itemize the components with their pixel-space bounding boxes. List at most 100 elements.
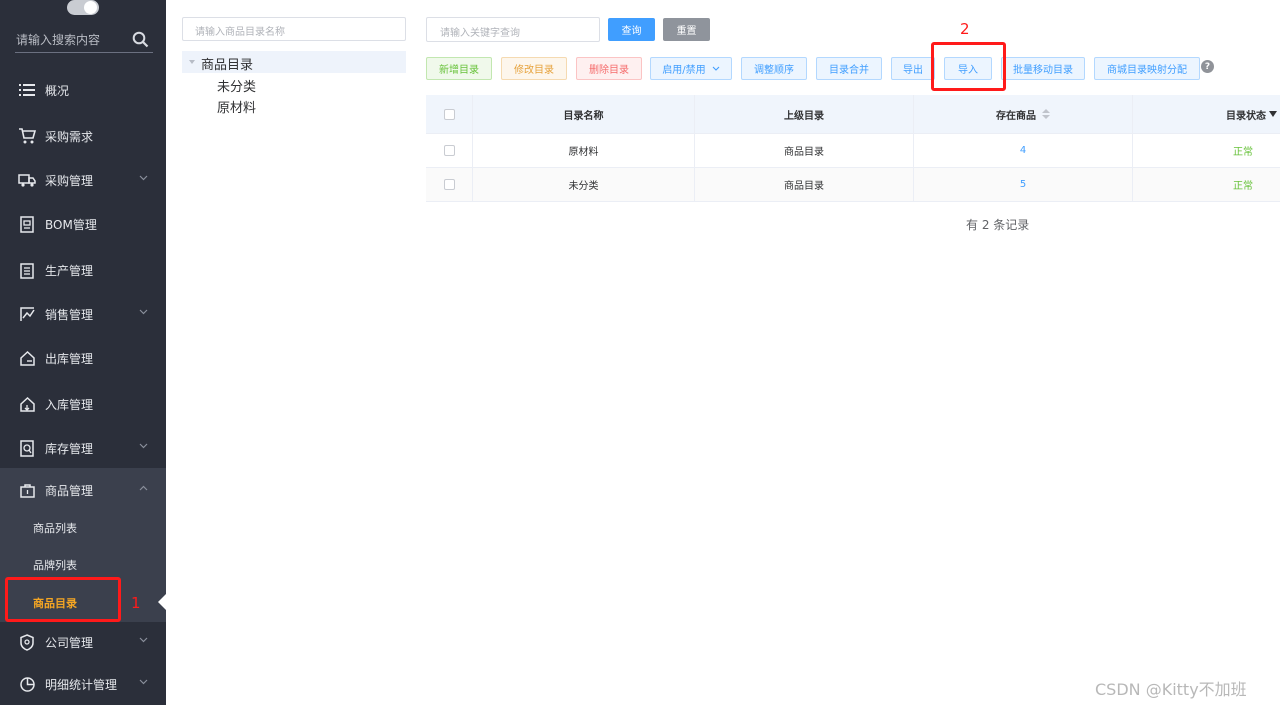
submenu-item-label: 商品列表: [33, 522, 77, 535]
bag-icon: [18, 481, 36, 499]
chevron-down-icon: [139, 443, 148, 449]
header-status[interactable]: 目录状态: [1133, 95, 1280, 133]
annotation-number-1: 1: [131, 594, 141, 612]
cell-parent: 商品目录: [695, 134, 914, 167]
row-select-cell: [426, 134, 473, 167]
sidebar-item-company[interactable]: 公司管理: [0, 620, 166, 664]
row-select-cell: [426, 168, 473, 201]
sidebar-item-outbound[interactable]: 出库管理: [0, 336, 166, 380]
pie-chart-icon: [18, 675, 36, 693]
sidebar-item-bom[interactable]: BOM管理: [0, 202, 166, 246]
chevron-down-icon: [139, 679, 148, 685]
sidebar-item-label: 采购管理: [45, 173, 94, 188]
tree-node-root[interactable]: 商品目录: [182, 51, 406, 73]
table-row: 原材料 商品目录 4 正常: [426, 134, 1280, 168]
cell-status: 正常: [1233, 181, 1253, 192]
document-icon: [18, 215, 36, 233]
sidebar-item-label: 商品管理: [45, 483, 94, 498]
house-arrow-icon: [18, 395, 36, 413]
header-name: 目录名称: [473, 95, 695, 133]
sidebar-search-placeholder: 请输入搜索内容: [16, 33, 101, 47]
filter-icon[interactable]: [1269, 111, 1277, 117]
tree-node-label: 商品目录: [201, 58, 254, 73]
delete-catalog-button[interactable]: 删除目录: [576, 57, 642, 80]
toggle-status-dropdown[interactable]: 启用/禁用: [650, 57, 732, 80]
chevron-up-icon: [139, 485, 148, 491]
sidebar-item-label: 库存管理: [45, 441, 94, 456]
sort-icon[interactable]: [1042, 109, 1050, 119]
watermark: CSDN @Kitty不加班: [1095, 680, 1247, 699]
add-catalog-button[interactable]: 新增目录: [426, 57, 492, 80]
table-header: 目录名称 上级目录 存在商品 目录状态: [426, 95, 1280, 134]
header-goods-label: 存在商品: [996, 110, 1036, 122]
header-goods[interactable]: 存在商品: [914, 95, 1133, 133]
row-checkbox[interactable]: [443, 145, 455, 156]
chevron-down-icon: [712, 66, 720, 71]
cell-name: 原材料: [473, 134, 695, 167]
chevron-down-icon: [139, 175, 148, 181]
sidebar-collapse-toggle[interactable]: [67, 0, 99, 15]
reorder-button[interactable]: 调整顺序: [741, 57, 807, 80]
export-button[interactable]: 导出: [891, 57, 935, 80]
catalog-search-input[interactable]: 请输入商品目录名称: [182, 17, 406, 41]
truck-icon: [18, 171, 36, 189]
sidebar-item-label: 生产管理: [45, 263, 94, 278]
chevron-down-icon: [139, 637, 148, 643]
chart-icon: [18, 305, 36, 323]
sidebar-item-label: 概况: [45, 83, 70, 98]
query-button[interactable]: 查询: [608, 18, 655, 41]
submenu-item-label: 品牌列表: [33, 559, 77, 572]
row-checkbox[interactable]: [443, 179, 455, 190]
keyword-search-input[interactable]: 请输入关键字查询: [426, 17, 600, 42]
clipboard-icon: [18, 261, 36, 279]
sidebar-item-inbound[interactable]: 入库管理: [0, 382, 166, 426]
list-icon: [18, 81, 36, 99]
header-status-label: 目录状态: [1226, 110, 1266, 122]
shield-icon: [18, 633, 36, 651]
reset-button[interactable]: 重置: [663, 18, 710, 41]
header-parent: 上级目录: [695, 95, 914, 133]
sidebar-item-label: BOM管理: [45, 217, 97, 232]
help-icon[interactable]: ?: [1201, 60, 1214, 73]
highlight-box-2: [931, 42, 1006, 91]
select-all-cell: [426, 95, 473, 133]
sidebar-item-purchase-management[interactable]: 采购管理: [0, 158, 166, 202]
chevron-down-icon: [139, 309, 148, 315]
sidebar-item-label: 销售管理: [45, 307, 94, 322]
cell-name: 未分类: [473, 168, 695, 201]
sidebar-item-goods[interactable]: 商品管理: [0, 468, 166, 512]
sidebar-item-label: 采购需求: [45, 129, 94, 144]
sidebar-item-statistics[interactable]: 明细统计管理: [0, 662, 166, 706]
cell-goods-count-link[interactable]: 4: [914, 134, 1133, 167]
merge-catalog-button[interactable]: 目录合并: [816, 57, 882, 80]
sidebar-item-production[interactable]: 生产管理: [0, 248, 166, 292]
sidebar-item-inventory[interactable]: 库存管理: [0, 426, 166, 470]
toggle-status-label: 启用/禁用: [662, 65, 706, 76]
mall-catalog-mapping-button[interactable]: 商城目录映射分配: [1094, 57, 1200, 80]
submenu-item-goods-list[interactable]: 商品列表: [0, 509, 166, 546]
house-icon: [18, 349, 36, 367]
table-row: 未分类 商品目录 5 正常: [426, 168, 1280, 202]
cell-goods-count-link[interactable]: 5: [914, 168, 1133, 201]
batch-move-button[interactable]: 批量移动目录: [1001, 57, 1085, 80]
tree-node-uncategorized[interactable]: 未分类: [217, 76, 256, 95]
search-icon[interactable]: [132, 31, 149, 48]
select-all-checkbox[interactable]: [443, 108, 455, 120]
sidebar-item-sales[interactable]: 销售管理: [0, 292, 166, 336]
cell-parent: 商品目录: [695, 168, 914, 201]
caret-down-icon[interactable]: [189, 60, 195, 64]
edit-catalog-button[interactable]: 修改目录: [501, 57, 567, 80]
sidebar-item-label: 入库管理: [45, 397, 94, 412]
cell-status: 正常: [1233, 147, 1253, 158]
sidebar-item-label: 出库管理: [45, 351, 94, 366]
sidebar-item-label: 公司管理: [45, 635, 94, 650]
sidebar-item-overview[interactable]: 概况: [0, 68, 166, 112]
highlight-box-1: [5, 577, 121, 622]
active-menu-pointer: [158, 593, 167, 611]
tree-node-raw-materials[interactable]: 原材料: [217, 97, 256, 116]
cart-icon: [18, 127, 36, 145]
sidebar-item-purchase-demand[interactable]: 采购需求: [0, 114, 166, 158]
record-count: 有 2 条记录: [966, 218, 1030, 232]
sidebar-item-label: 明细统计管理: [45, 677, 118, 692]
sidebar-search-input[interactable]: 请输入搜索内容: [15, 28, 153, 53]
